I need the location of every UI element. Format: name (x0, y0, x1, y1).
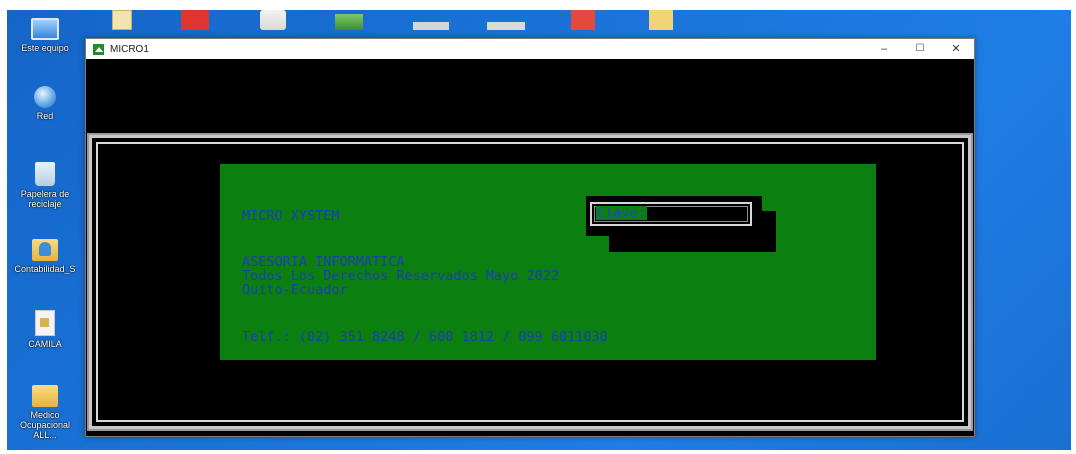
maximize-button[interactable]: ☐ (902, 39, 938, 59)
console-area[interactable]: MICRO XYSTEM Clave: ASESORIA INFORMATICA… (86, 59, 974, 436)
anydesk-icon[interactable] (181, 10, 209, 30)
app-icon (93, 43, 104, 55)
desktop: Este equipo Red Papelera de reciclaje Co… (7, 10, 1071, 450)
window-title: MICRO1 (110, 43, 149, 55)
desktop-icon-label: Este equipo (21, 43, 69, 53)
folder-top-icon[interactable] (649, 10, 673, 30)
console-window[interactable]: MICRO1 – ☐ ✕ MICRO XYSTEM Clave: ASESORI… (85, 38, 975, 437)
network-icon (34, 86, 56, 108)
clave-box: Clave: (586, 196, 762, 236)
pdf-icon[interactable] (571, 10, 595, 30)
info-line-3: Quito-Ecuador (242, 282, 348, 298)
desktop-icon-label: Contabilidad_S (14, 264, 76, 274)
user-folder-icon (32, 239, 58, 261)
desktop-icon-label: Medico Ocupacional ALL... (19, 410, 71, 440)
company-name: MICRO XYSTEM (242, 208, 340, 224)
document-icon (35, 310, 55, 336)
close-button[interactable]: ✕ (938, 39, 974, 59)
window-titlebar[interactable]: MICRO1 – ☐ ✕ (86, 39, 974, 59)
desktop-icon-contabilidad[interactable]: Contabilidad_S (10, 236, 80, 274)
desktop-icon-label: Papelera de reciclaje (20, 189, 70, 209)
folder-icon (32, 385, 58, 407)
minimize-button[interactable]: – (866, 39, 902, 59)
info-line-1: ASESORIA INFORMATICA (242, 254, 405, 270)
clave-label: Clave: (596, 205, 647, 221)
desktop-icon-medico[interactable]: Medico Ocupacional ALL... (10, 382, 80, 440)
login-panel: MICRO XYSTEM Clave: ASESORIA INFORMATICA… (220, 164, 876, 360)
screen-icon-1[interactable] (413, 22, 449, 30)
computer-icon (31, 18, 59, 40)
desktop-icon-camila[interactable]: CAMILA (10, 310, 80, 349)
desktop-top-icon-1[interactable] (112, 10, 132, 30)
screen-icon-2[interactable] (487, 22, 525, 30)
phone-line: Telf.: (02) 351 8248 / 600 1812 / 099 60… (242, 329, 608, 345)
clave-input[interactable]: Clave: (590, 202, 752, 226)
recycle-bin-icon (35, 162, 55, 186)
desktop-icon-red[interactable]: Red (10, 86, 80, 121)
uninstall-icon[interactable] (260, 10, 286, 30)
desktop-icon-label: CAMILA (28, 339, 62, 349)
desktop-icon-label: Red (36, 111, 54, 121)
info-line-2: Todos Los Derechos Reservados Mayo 2022 (242, 268, 559, 284)
desktop-icon-papelera[interactable]: Papelera de reciclaje (10, 162, 80, 209)
transfer-icon[interactable] (335, 14, 363, 30)
desktop-icon-este-equipo[interactable]: Este equipo (10, 14, 80, 53)
